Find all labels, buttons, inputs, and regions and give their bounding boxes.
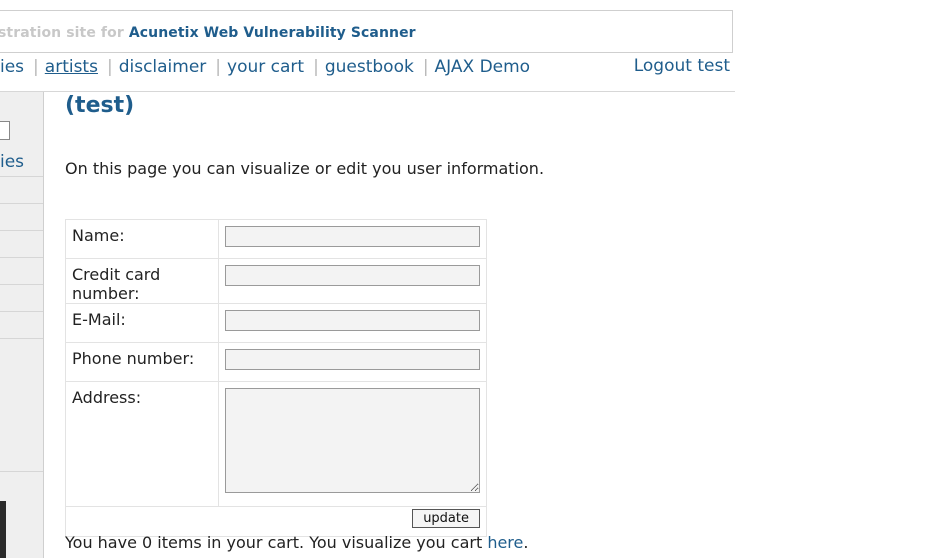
nav-item-guestbook[interactable]: guestbook — [325, 57, 414, 77]
cart-summary-text: You have 0 items in your cart. You visua… — [65, 533, 488, 552]
nav-separator: | — [33, 57, 39, 77]
email-cell — [218, 303, 487, 343]
nav-items: ies | artists | disclaimer | your cart | guestbo… — [0, 57, 530, 77]
sidebar-divider — [0, 471, 43, 472]
sidebar-divider — [0, 176, 43, 177]
credit-card-label: Credit card number: — [65, 258, 219, 304]
cart-here-link[interactable]: here — [487, 533, 523, 552]
form-row-credit-card: Credit card number: — [65, 258, 487, 304]
cart-summary-end: . — [523, 533, 529, 552]
sidebar-divider — [0, 203, 43, 204]
form-row-email: E-Mail: — [65, 303, 487, 343]
phone-cell — [218, 342, 487, 382]
name-input[interactable] — [225, 226, 480, 247]
banner-brand[interactable]: Acunetix Web Vulnerability Scanner — [129, 25, 416, 41]
address-label: Address: — [65, 381, 219, 507]
name-cell — [218, 219, 487, 259]
sidebar-divider — [0, 311, 43, 312]
logout-link[interactable]: Logout test — [634, 56, 730, 76]
sidebar-image — [0, 501, 6, 558]
sidebar-divider — [0, 284, 43, 285]
form-row-address: Address: — [65, 381, 487, 507]
form-row-name: Name: — [65, 219, 487, 259]
nav-item-artists[interactable]: artists — [45, 57, 98, 77]
cart-summary: You have 0 items in your cart. You visua… — [65, 533, 528, 552]
nav-separator: | — [106, 57, 113, 77]
page-title: (test) — [65, 93, 135, 118]
nav-item-ajax-demo[interactable]: AJAX Demo — [435, 57, 531, 77]
phone-label: Phone number: — [65, 342, 219, 382]
sidebar-divider — [0, 257, 43, 258]
nav-separator: | — [215, 57, 222, 77]
nav-item-your-cart[interactable]: your cart — [227, 57, 304, 77]
address-cell — [218, 381, 487, 507]
email-input[interactable] — [225, 310, 480, 331]
nav-item-disclaimer[interactable]: disclaimer — [119, 57, 207, 77]
address-textarea[interactable] — [225, 388, 480, 493]
banner-prefix: stration site for — [0, 25, 129, 41]
site-banner: stration site for Acunetix Web Vulnerabi… — [0, 10, 733, 53]
intro-text: On this page you can visualize or edit y… — [65, 159, 545, 178]
phone-input[interactable] — [225, 349, 480, 370]
nav-item-categories[interactable]: ies — [0, 57, 24, 77]
sidebar-divider — [0, 338, 43, 339]
sidebar-link-categories[interactable]: ies — [0, 152, 24, 172]
form-row-phone: Phone number: — [65, 342, 487, 382]
banner-text: stration site for Acunetix Web Vulnerabi… — [0, 25, 416, 41]
name-label: Name: — [65, 219, 219, 259]
credit-card-input[interactable] — [225, 265, 480, 286]
email-label: E-Mail: — [65, 303, 219, 343]
sidebar-search-input[interactable] — [0, 121, 10, 140]
nav-separator: | — [422, 57, 429, 77]
form-row-submit: update — [65, 506, 487, 537]
update-button[interactable]: update — [412, 509, 480, 528]
left-sidebar: ies — [0, 92, 44, 558]
top-nav: ies | artists | disclaimer | your cart | guestbo… — [0, 55, 735, 92]
submit-cell: update — [65, 506, 487, 537]
nav-separator: | — [313, 57, 319, 77]
credit-card-cell — [218, 258, 487, 304]
sidebar-divider — [0, 230, 43, 231]
user-info-form: Name: Credit card number: E-Mail: Phone … — [65, 219, 487, 537]
